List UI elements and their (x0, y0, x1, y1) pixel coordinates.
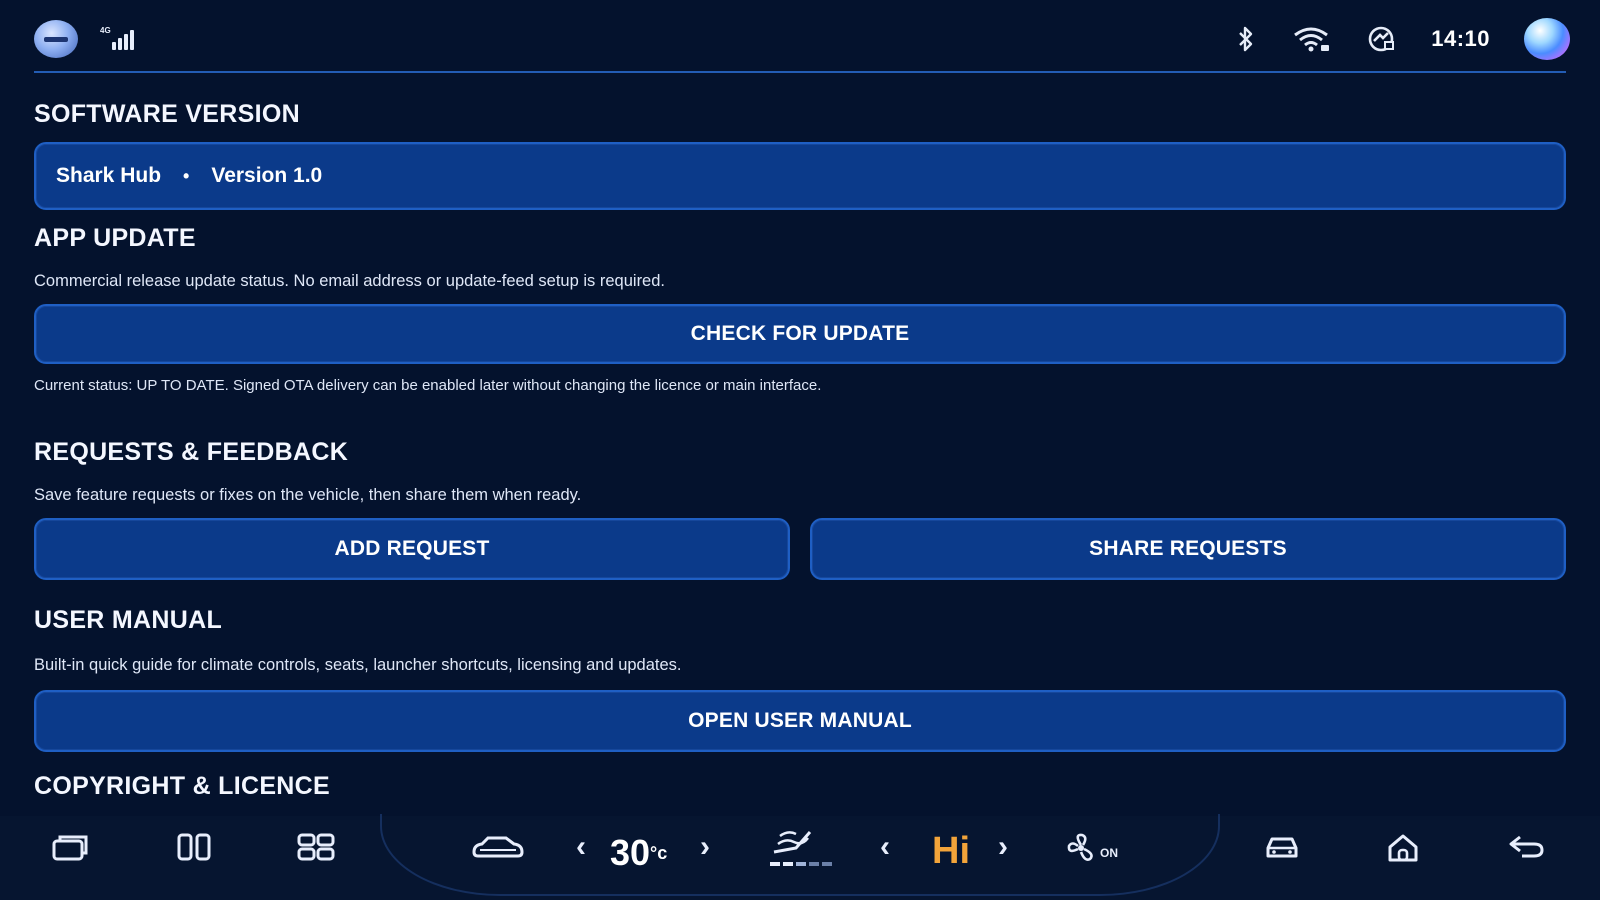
add-request-button[interactable]: ADD REQUEST (34, 518, 790, 580)
temp-increase-button[interactable]: › (700, 830, 710, 864)
app-name: Shark Hub (56, 164, 162, 187)
home-icon[interactable] (1386, 832, 1420, 864)
vehicle-icon[interactable] (1262, 832, 1302, 862)
status-divider (34, 71, 1566, 73)
fan-decrease-button[interactable]: ‹ (880, 830, 890, 864)
status-right-group: 14:10 (1235, 18, 1570, 60)
version-label: Version 1.0 (211, 164, 323, 187)
signal-icon: 4G (100, 26, 134, 50)
back-icon[interactable] (1506, 832, 1546, 862)
section-title-copyright: COPYRIGHT & LICENCE (34, 772, 330, 800)
section-title-app-update: APP UPDATE (34, 224, 196, 252)
car-climate-icon[interactable] (470, 832, 526, 862)
section-title-software-version: SOFTWARE VERSION (34, 100, 300, 128)
temp-decrease-button[interactable]: ‹ (576, 830, 586, 864)
clock: 14:10 (1431, 26, 1490, 51)
seat-airflow-icon[interactable] (766, 826, 836, 870)
split-screen-icon[interactable] (176, 832, 212, 862)
app-grid-icon[interactable] (296, 832, 336, 862)
fan-status-label: ON (1100, 846, 1118, 860)
status-bar: 4G 14:10 (0, 0, 1600, 76)
temperature-unit: °c (650, 842, 668, 863)
bottom-dock: ‹ 30 °c › ‹ Hi › ON (0, 814, 1600, 900)
temperature-display: 30 °c (610, 832, 667, 874)
app-badge-icon[interactable] (34, 20, 78, 58)
app-update-description: Commercial release update status. No ema… (34, 272, 665, 290)
network-type-label: 4G (100, 26, 111, 35)
version-separator: • (183, 165, 190, 186)
share-requests-button[interactable]: SHARE REQUESTS (810, 518, 1566, 580)
version-box: Shark Hub • Version 1.0 (34, 142, 1566, 210)
requests-description: Save feature requests or fixes on the ve… (34, 486, 582, 504)
hotspot-icon[interactable] (1365, 25, 1397, 53)
fan-level-display: Hi (932, 830, 970, 872)
temperature-value: 30 (610, 832, 651, 873)
fan-icon (1067, 833, 1093, 861)
user-manual-description: Built-in quick guide for climate control… (34, 656, 682, 674)
fan-toggle-button[interactable]: ON (1064, 832, 1118, 864)
bluetooth-icon[interactable] (1235, 25, 1257, 53)
update-status-note: Current status: UP TO DATE. Signed OTA d… (34, 377, 822, 394)
status-left-group: 4G (34, 20, 134, 58)
assistant-icon[interactable] (1524, 18, 1570, 60)
section-title-user-manual: USER MANUAL (34, 606, 223, 634)
recent-apps-icon[interactable] (50, 832, 90, 862)
open-user-manual-button[interactable]: OPEN USER MANUAL (34, 690, 1566, 752)
wifi-icon[interactable] (1291, 25, 1331, 53)
check-for-update-button[interactable]: CHECK FOR UPDATE (34, 304, 1566, 364)
section-title-requests: REQUESTS & FEEDBACK (34, 438, 349, 466)
fan-increase-button[interactable]: › (998, 830, 1008, 864)
